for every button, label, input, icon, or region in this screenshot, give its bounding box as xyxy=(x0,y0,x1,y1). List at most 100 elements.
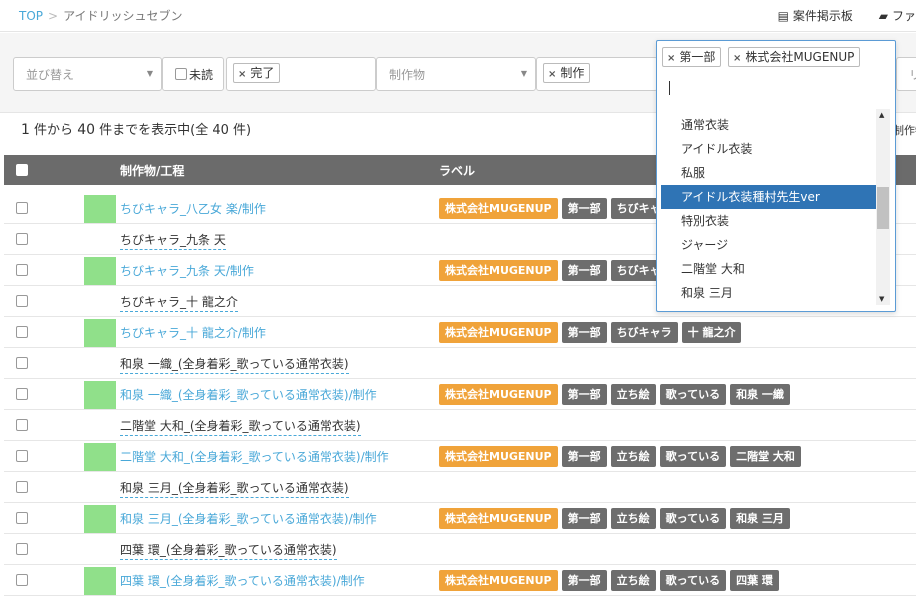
label-tag[interactable]: 株式会社MUGENUP xyxy=(439,446,558,467)
status-swatch xyxy=(84,567,116,595)
row-labels: 株式会社MUGENUP 第一部 ちびキャラ xyxy=(439,198,682,219)
scroll-thumb[interactable] xyxy=(877,187,889,229)
row-checkbox[interactable] xyxy=(16,326,28,338)
label-tag[interactable]: 十 龍之介 xyxy=(681,322,742,343)
select-all-checkbox[interactable] xyxy=(16,164,28,176)
label-tag[interactable]: 株式会社MUGENUP xyxy=(439,322,558,343)
row-title[interactable]: 二階堂 大和_(全身着彩_歌っている通常衣装)/制作 xyxy=(120,448,389,465)
label-tag[interactable]: 歌っている xyxy=(659,384,727,405)
label-tag[interactable]: 立ち絵 xyxy=(610,570,656,591)
row-checkbox[interactable] xyxy=(16,264,28,276)
table-row[interactable]: 和泉 一織_(全身着彩_歌っている通常衣装) xyxy=(4,348,916,379)
scroll-down-icon[interactable]: ▼ xyxy=(879,295,884,303)
label-option[interactable]: 特別衣装 xyxy=(661,209,877,233)
label-tag[interactable]: 立ち絵 xyxy=(610,508,656,529)
row-checkbox[interactable] xyxy=(16,295,28,307)
label-tag[interactable]: 株式会社MUGENUP xyxy=(439,570,558,591)
label-tag[interactable]: 第一部 xyxy=(561,570,607,591)
table-row[interactable]: 和泉 三月_(全身着彩_歌っている通常衣装)/制作 株式会社MUGENUP 第一部立… xyxy=(4,503,916,534)
extra-filter-label: リ xyxy=(909,68,916,82)
result-from: 1 xyxy=(21,122,30,138)
label-tag[interactable]: 第一部 xyxy=(561,384,607,405)
process-filter[interactable]: × 制作 xyxy=(536,57,658,91)
label-option[interactable]: 通常衣装 xyxy=(661,113,877,137)
row-title[interactable]: 和泉 一織_(全身着彩_歌っている通常衣装)/制作 xyxy=(120,386,377,403)
file-link[interactable]: ▰ ファ xyxy=(879,7,916,24)
label-tag[interactable]: 和泉 三月 xyxy=(730,508,790,529)
label-tag[interactable]: 株式会社MUGENUP xyxy=(439,508,558,529)
table-row[interactable]: 和泉 三月_(全身着彩_歌っている通常衣装) xyxy=(4,472,916,503)
row-checkbox[interactable] xyxy=(16,574,28,586)
label-tag[interactable]: 第一部 xyxy=(561,508,607,529)
table-row[interactable]: 二階堂 大和_(全身着彩_歌っている通常衣装) xyxy=(4,410,916,441)
label-option[interactable]: ジャージ xyxy=(661,233,877,257)
scrollbar[interactable]: ▲ ▼ xyxy=(876,109,890,305)
label-option[interactable]: 私服 xyxy=(661,161,877,185)
label-tag[interactable]: 和泉 一織 xyxy=(730,384,790,405)
label-tag[interactable]: 歌っている xyxy=(659,570,727,591)
table-row[interactable]: 四葉 環_(全身着彩_歌っている通常衣装) xyxy=(4,534,916,565)
label-tag[interactable]: 第一部 xyxy=(561,322,607,343)
column-label: ラベル xyxy=(439,164,476,178)
row-title[interactable]: ちびキャラ_十 龍之介/制作 xyxy=(120,324,266,341)
label-option[interactable]: 和泉 三月 xyxy=(661,281,877,305)
label-option[interactable]: アイドル衣装種村先生ver xyxy=(661,185,877,209)
table-row[interactable]: 二階堂 大和_(全身着彩_歌っている通常衣装)/制作 株式会社MUGENUP 第一部… xyxy=(4,441,916,472)
row-checkbox[interactable] xyxy=(16,481,28,493)
remove-icon[interactable]: × xyxy=(548,69,556,80)
product-stub-link[interactable]: 制作物 xyxy=(893,122,916,138)
row-checkbox[interactable] xyxy=(16,357,28,369)
label-tag[interactable]: 株式会社MUGENUP xyxy=(439,260,558,281)
board-link[interactable]: ▤ 案件掲示板 xyxy=(778,7,853,24)
row-title[interactable]: ちびキャラ_八乙女 楽/制作 xyxy=(120,200,266,217)
row-checkbox[interactable] xyxy=(16,419,28,431)
row-checkbox[interactable] xyxy=(16,202,28,214)
row-title[interactable]: 和泉 三月_(全身着彩_歌っている通常衣装)/制作 xyxy=(120,510,377,527)
label-tag[interactable]: 株式会社MUGENUP xyxy=(439,384,558,405)
row-checkbox[interactable] xyxy=(16,233,28,245)
remove-icon[interactable]: × xyxy=(238,69,246,80)
unread-checkbox[interactable] xyxy=(175,68,187,80)
label-option[interactable]: 二階堂 大和 xyxy=(661,257,877,281)
breadcrumb-top-link[interactable]: TOP xyxy=(19,9,43,23)
label-tag[interactable]: 歌っている xyxy=(659,508,727,529)
row-checkbox[interactable] xyxy=(16,512,28,524)
status-filter[interactable]: × 完了 xyxy=(226,57,376,91)
scroll-up-icon[interactable]: ▲ xyxy=(879,111,884,119)
row-title[interactable]: 二階堂 大和_(全身着彩_歌っている通常衣装) xyxy=(120,417,361,436)
label-tag[interactable]: 立ち絵 xyxy=(610,446,656,467)
label-tag[interactable]: 第一部 xyxy=(561,260,607,281)
table-row[interactable]: 四葉 環_(全身着彩_歌っている通常衣装)/制作 株式会社MUGENUP 第一部 立ち… xyxy=(4,565,916,596)
label-tag[interactable]: 第一部 xyxy=(561,446,607,467)
label-dropdown[interactable]: × 第一部 × 株式会社MUGENUP 通常衣装 アイドル衣装 私服 アイドル衣装種村先生… xyxy=(656,40,896,312)
row-checkbox[interactable] xyxy=(16,388,28,400)
row-title[interactable]: 和泉 一織_(全身着彩_歌っている通常衣装) xyxy=(120,355,349,374)
table-row[interactable]: 和泉 一織_(全身着彩_歌っている通常衣装)/制作 株式会社MUGENUP 第一部立… xyxy=(4,379,916,410)
label-option[interactable]: アイドル衣装 xyxy=(661,137,877,161)
label-options: 通常衣装 アイドル衣装 私服 アイドル衣装種村先生ver 特別衣装 ジャージ 二階堂 大和和… xyxy=(661,113,877,305)
search-cursor[interactable] xyxy=(669,81,670,95)
row-title[interactable]: ちびキャラ_九条 天 xyxy=(120,231,226,250)
label-tag[interactable]: 歌っている xyxy=(659,446,727,467)
label-tag[interactable]: 立ち絵 xyxy=(610,384,656,405)
row-checkbox[interactable] xyxy=(16,543,28,555)
product-select[interactable]: 制作物 ▼ xyxy=(376,57,536,91)
label-tag[interactable]: ちびキャラ xyxy=(610,322,678,343)
unread-filter[interactable]: 未読 xyxy=(162,57,224,91)
extra-filter[interactable]: リ xyxy=(896,57,916,91)
remove-icon[interactable]: × xyxy=(667,53,675,64)
row-title[interactable]: ちびキャラ_九条 天/制作 xyxy=(120,262,254,279)
row-title[interactable]: 四葉 環_(全身着彩_歌っている通常衣装)/制作 xyxy=(120,572,365,589)
label-tag[interactable]: 四葉 環 xyxy=(730,570,779,591)
table-row[interactable]: ちびキャラ_十 龍之介/制作 株式会社MUGENUP 第一部 ちびキャラ十 龍之介 xyxy=(4,317,916,348)
row-title[interactable]: ちびキャラ_十 龍之介 xyxy=(120,293,238,312)
label-tag[interactable]: 第一部 xyxy=(561,198,607,219)
status-chip: × 完了 xyxy=(233,63,281,83)
sort-select[interactable]: 並び替え ▼ xyxy=(13,57,162,91)
remove-icon[interactable]: × xyxy=(733,53,741,64)
row-checkbox[interactable] xyxy=(16,450,28,462)
label-tag[interactable]: 二階堂 大和 xyxy=(730,446,801,467)
label-tag[interactable]: 株式会社MUGENUP xyxy=(439,198,558,219)
row-title[interactable]: 和泉 三月_(全身着彩_歌っている通常衣装) xyxy=(120,479,349,498)
row-title[interactable]: 四葉 環_(全身着彩_歌っている通常衣装) xyxy=(120,541,337,560)
